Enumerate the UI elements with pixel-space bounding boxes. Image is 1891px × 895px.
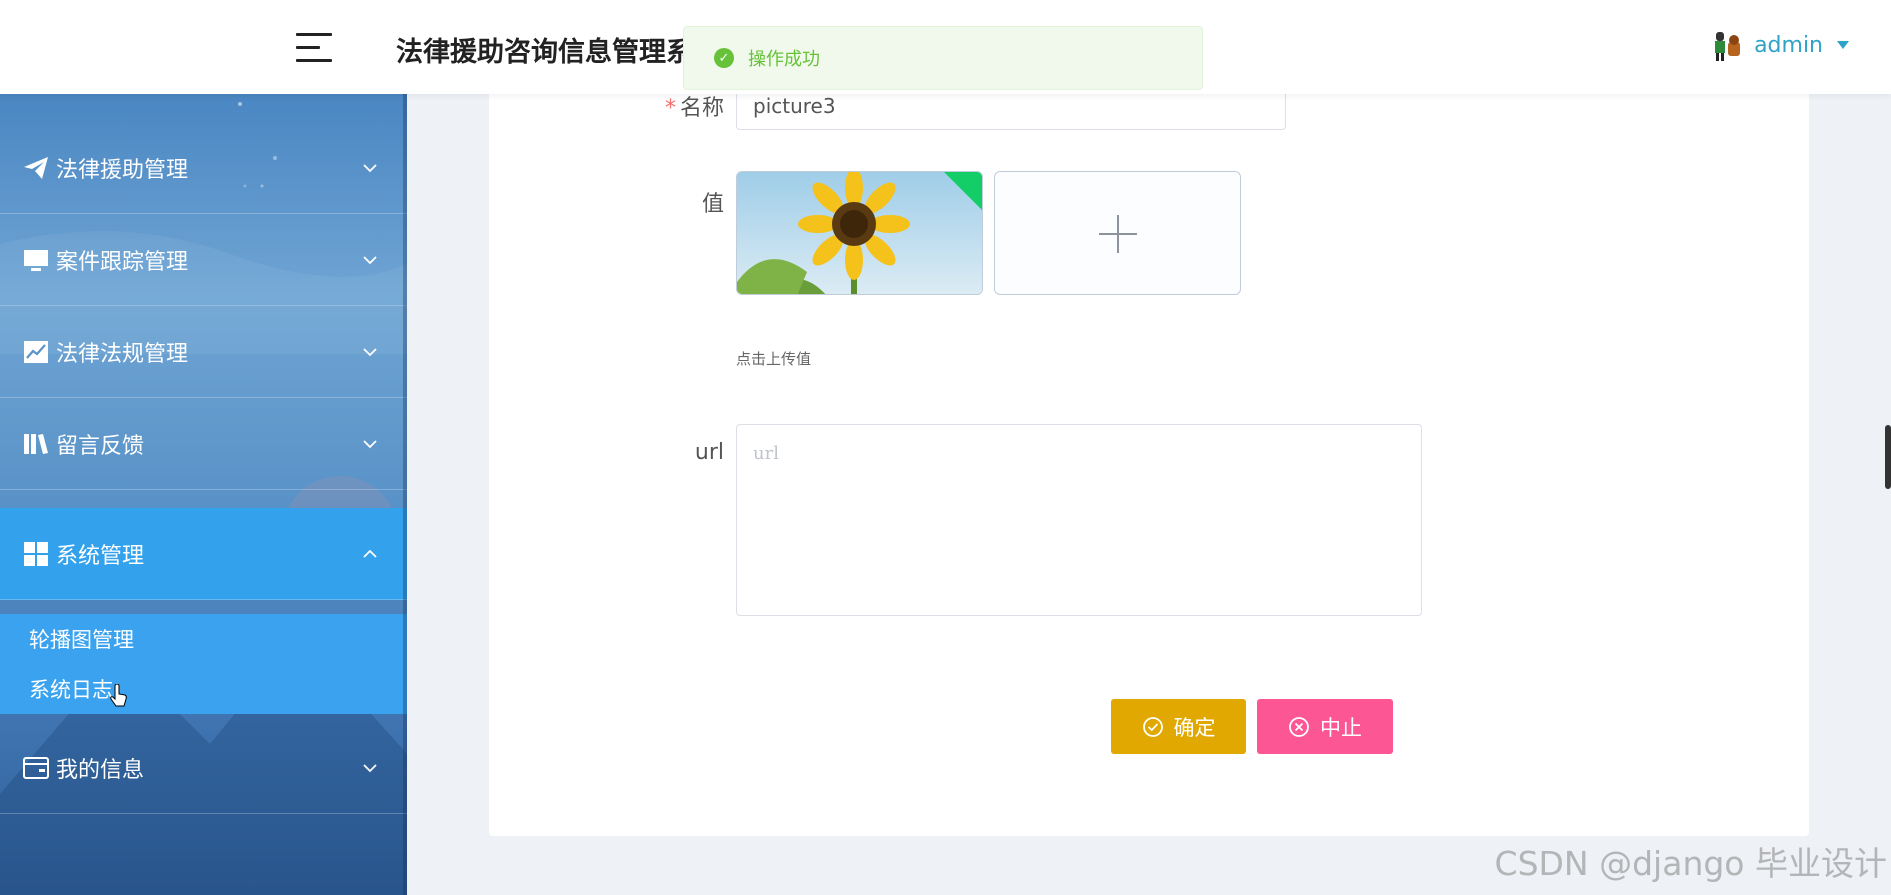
app-title: 法律援助咨询信息管理系统 xyxy=(396,37,692,68)
line-chart-icon xyxy=(24,340,48,363)
toast-message: 操作成功 xyxy=(748,49,820,70)
sidebar-item-my-info[interactable]: 我的信息 xyxy=(0,722,407,814)
stop-label: 中止 xyxy=(1320,716,1362,740)
sidebar-item-label: 系统管理 xyxy=(56,543,145,569)
system-submenu: 轮播图管理 系统日志 xyxy=(0,614,407,714)
sidebar-item-label: 留言反馈 xyxy=(56,433,145,459)
sidebar-item-label: 法律援助管理 xyxy=(56,157,189,183)
sidebar-item-laws[interactable]: 法律法规管理 xyxy=(0,306,407,398)
sidebar-item-label: 案件跟踪管理 xyxy=(56,249,189,275)
sidebar-item-label: 我的信息 xyxy=(56,757,145,783)
books-icon xyxy=(24,433,48,454)
stop-button[interactable]: 中止 xyxy=(1257,699,1393,754)
check-circle-icon: ✓ xyxy=(714,48,734,68)
submenu-item-carousel[interactable]: 轮播图管理 xyxy=(29,624,134,654)
image-upload-button[interactable] xyxy=(994,171,1241,295)
chevron-down-icon xyxy=(363,347,377,356)
success-toast: ✓ 操作成功 xyxy=(683,26,1203,90)
value-label: 值 xyxy=(701,192,724,217)
sidebar: 法律援助管理 案件跟踪管理 法律法规管理 留言反馈 系统管理 轮播图管理 系统日… xyxy=(0,94,407,895)
id-card-icon xyxy=(23,756,49,779)
url-textarea[interactable] xyxy=(736,424,1422,616)
paper-plane-icon xyxy=(24,156,48,179)
submenu-item-system-log[interactable]: 系统日志 xyxy=(29,674,113,704)
uploaded-image-thumbnail[interactable] xyxy=(736,171,983,295)
monitor-icon xyxy=(24,249,48,271)
confirm-button[interactable]: 确定 xyxy=(1111,699,1246,754)
sidebar-item-label: 法律法规管理 xyxy=(56,341,189,367)
sidebar-item-case-tracking[interactable]: 案件跟踪管理 xyxy=(0,214,407,306)
user-name: admin xyxy=(1754,32,1823,58)
plus-icon xyxy=(1099,215,1137,253)
menu-toggle-icon[interactable] xyxy=(296,33,332,63)
chevron-up-icon xyxy=(363,549,377,558)
caret-down-icon xyxy=(1837,41,1849,49)
check-circle-icon xyxy=(1142,716,1163,737)
name-label: * 名称 xyxy=(664,96,724,121)
grid-icon xyxy=(24,541,48,566)
scrollbar-thumb[interactable] xyxy=(1885,425,1891,489)
chevron-down-icon xyxy=(363,439,377,448)
chevron-down-icon xyxy=(363,763,377,772)
sidebar-item-system-management[interactable]: 系统管理 xyxy=(0,508,407,600)
upload-tip: 点击上传值 xyxy=(736,350,812,368)
sidebar-item-feedback[interactable]: 留言反馈 xyxy=(0,398,407,490)
hand-cursor-icon xyxy=(110,684,127,707)
confirm-label: 确定 xyxy=(1173,716,1216,740)
user-menu[interactable]: admin xyxy=(1710,28,1849,62)
chevron-down-icon xyxy=(363,163,377,172)
sunflower-image xyxy=(737,172,982,294)
watermark: CSDN @django 毕业设计 xyxy=(1494,844,1887,883)
close-circle-icon xyxy=(1289,716,1309,737)
avatar xyxy=(1715,32,1741,61)
sidebar-item-legal-aid[interactable]: 法律援助管理 xyxy=(0,122,407,214)
chevron-down-icon xyxy=(363,255,377,264)
url-label: url xyxy=(694,440,724,465)
